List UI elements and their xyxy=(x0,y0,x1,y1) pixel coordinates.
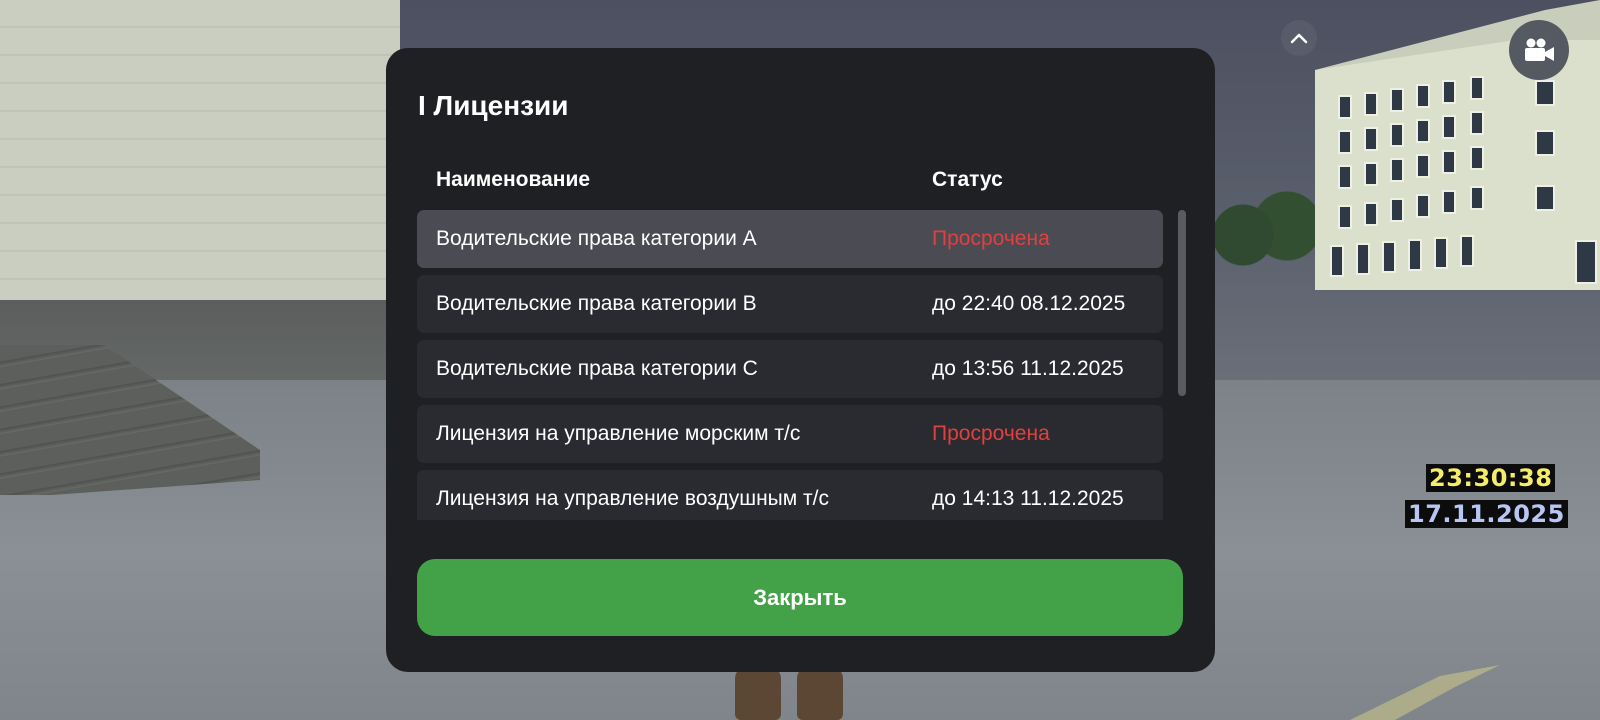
game-clock-time: 23:30:38 xyxy=(1426,464,1556,492)
scrollbar-thumb[interactable] xyxy=(1178,210,1186,396)
modal-title: I Лицензии xyxy=(418,90,569,121)
license-name: Лицензия на управление морским т/с xyxy=(436,422,801,445)
license-row[interactable]: Водительские права категории C до 13:56 … xyxy=(417,340,1163,398)
license-status: до 22:40 08.12.2025 xyxy=(932,292,1126,315)
licenses-modal: I Лицензии Наименование Статус Водительс… xyxy=(386,48,1215,672)
player-character-feet xyxy=(735,665,850,720)
license-name: Водительские права категории A xyxy=(436,227,757,250)
license-row[interactable]: Лицензия на управление воздушным т/с до … xyxy=(417,470,1163,520)
license-row[interactable]: Водительские права категории A Просрочен… xyxy=(417,210,1163,268)
column-header-name: Наименование xyxy=(436,168,591,191)
column-header-status: Статус xyxy=(932,168,1003,191)
license-name: Водительские права категории B xyxy=(436,292,757,315)
camera-button[interactable] xyxy=(1509,20,1569,80)
game-clock-date: 17.11.2025 xyxy=(1405,500,1568,528)
list-scrollbar[interactable] xyxy=(1178,210,1186,522)
collapse-hud-button[interactable] xyxy=(1281,20,1317,56)
chevron-up-icon xyxy=(1290,33,1308,44)
license-row[interactable]: Водительские права категории B до 22:40 … xyxy=(417,275,1163,333)
license-status: Просрочена xyxy=(932,227,1050,250)
license-name: Водительские права категории C xyxy=(436,357,758,380)
license-status: до 14:13 11.12.2025 xyxy=(932,487,1124,510)
licenses-list[interactable]: Водительские права категории A Просрочен… xyxy=(417,210,1163,520)
license-row[interactable]: Лицензия на управление морским т/с Проср… xyxy=(417,405,1163,463)
video-camera-icon xyxy=(1525,38,1554,61)
close-button[interactable]: Закрыть xyxy=(417,559,1183,636)
background-wall xyxy=(0,0,400,320)
license-status: Просрочена xyxy=(932,422,1050,445)
background-trees xyxy=(1210,190,1320,280)
license-status: до 13:56 11.12.2025 xyxy=(932,357,1124,380)
license-name: Лицензия на управление воздушным т/с xyxy=(436,487,829,510)
